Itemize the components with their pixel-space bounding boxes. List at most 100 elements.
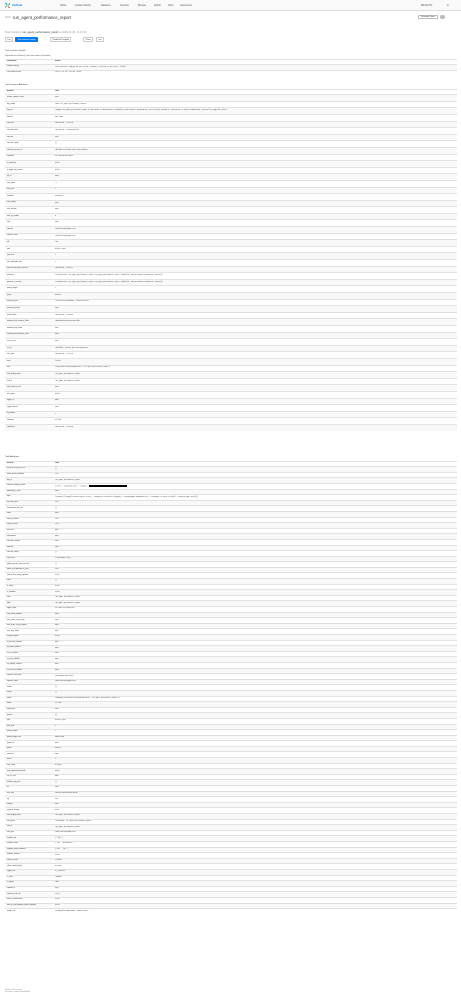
attribute-value: <Task(SnowflakeSqlApiOperator): run_agen…: [53, 364, 457, 372]
table-row: next_method None: [5, 206, 457, 214]
attribute-name: external_executor_id: [5, 146, 53, 155]
table-row: metadata MetaData(): [5, 193, 457, 201]
attribute-name: max_tries: [5, 186, 53, 194]
table-row: run_as_user None: [5, 338, 457, 346]
attribute-value: <DagRun run_agent_performance_report @ 2…: [53, 107, 457, 115]
table-row: unixname airflow: [5, 417, 457, 425]
clock-utc[interactable]: 08:11 UTC: [421, 4, 432, 7]
table-row: rendered_map_index None: [5, 324, 457, 333]
table-row: try_number 2: [5, 410, 457, 418]
attribute-name: operator_name: [5, 232, 53, 240]
attribute-name: previous_start_date_success: [5, 265, 53, 273]
dependencies-table: Dependency Reason Dagrun Running Task inst…: [5, 58, 457, 76]
nav-admin[interactable]: Admin: [154, 4, 161, 7]
table-row: execution_date 2025-01-08, 11:00:00+00:00: [5, 127, 457, 135]
table-row: rendered_task_instance_fields <RenderedTa…: [5, 318, 457, 326]
airflow-logo-icon[interactable]: [4, 2, 11, 9]
attribute-name: job_id: [5, 173, 53, 181]
table-row: task_display_name run_agent_performance_r…: [5, 371, 457, 379]
task-attributes-table: Attribute Value HIDE_ATTRS_FROM_UI{} allow…: [5, 460, 457, 915]
attribute-value: None: [53, 199, 457, 207]
attribute-value: 2025-01-08, 11:06:17: [53, 265, 457, 273]
attribute-name: run_id: [5, 344, 53, 352]
table-row: duration 585.12383: [5, 113, 457, 122]
table-row: task <Task(SnowflakeSqlApiOperator): run_…: [5, 364, 457, 372]
attribute-name: is_premature: [5, 160, 53, 168]
table-row: test_mode False: [5, 390, 457, 398]
attribute-name: previous_ti: [5, 272, 53, 280]
tab-list[interactable]: List: [96, 37, 104, 42]
table-row: updated_at 2025-01-08, 11:21:00: [5, 423, 457, 431]
attribute-value: MetaData(): [53, 193, 457, 201]
attribute-value: run_agent_performance_report: [53, 377, 457, 385]
attribute-name: duration: [5, 113, 53, 122]
schedule-badge[interactable]: Schedule: None: [418, 15, 438, 19]
attribute-name: next_method: [5, 206, 53, 214]
attribute-value: <WeightRule.DOWNSTREAM: 'downstream'>: [53, 908, 457, 915]
nav-dags[interactable]: DAGs: [60, 4, 66, 7]
tab-log[interactable]: Log: [5, 37, 14, 42]
attribute-value: 2025-01-08, 11:11:15: [53, 351, 457, 359]
page-title[interactable]: run_agent_performance_report: [13, 15, 71, 20]
table-row: state failed: [5, 357, 457, 366]
nav-astronomer[interactable]: Astronomer: [180, 4, 192, 7]
table-row: start_date 2025-01-08, 11:11:15: [5, 351, 457, 359]
table-row: next_kwargs None: [5, 199, 457, 207]
attribute-value: <TaskInstance: run_agent_performance_rep…: [53, 272, 457, 280]
attribute-name: queued_by_job: [5, 298, 53, 306]
attribute-name: task_instance_note: [5, 384, 53, 392]
table-row: dag_run <DagRun run_agent_performance_rep…: [5, 107, 457, 115]
attribute-name: task_display_name: [5, 371, 53, 379]
attribute-value: None: [53, 384, 457, 392]
dag-pause-toggle[interactable]: [440, 15, 445, 19]
table-row: external_executor_id cd9f25b4-419f-45b2-9…: [5, 146, 457, 155]
attribute-value: None: [53, 397, 457, 405]
table-row: task_instance_note None: [5, 384, 457, 392]
attribute-value: 3: [53, 212, 457, 220]
tab-xcom[interactable]: XCom: [83, 37, 94, 42]
nav-docs[interactable]: Docs: [168, 4, 173, 7]
tab-task-instance-details[interactable]: Task Instance Details: [15, 37, 38, 42]
attribute-name: dag_run: [5, 107, 53, 115]
task-instance-breadcrumb: Task Instance: run_agent_performance_rep…: [5, 31, 86, 34]
attribute-value: 1: [53, 285, 457, 293]
attribute-name: trigger_id: [5, 397, 53, 405]
task-instance-label: Task Instance:: [5, 31, 22, 34]
user-menu-icon[interactable]: ●: [447, 3, 449, 8]
nav-cluster-activity[interactable]: Cluster Activity: [75, 4, 91, 7]
nav-security[interactable]: Security: [120, 4, 129, 7]
table-row: rendered_task_instance_fields None: [5, 331, 457, 339]
table-row: custom_operator_name None: [5, 94, 457, 102]
table-row: queued_dttm 2025-01-08, 11:15:00: [5, 311, 457, 319]
attribute-value: 2025-01-08, 11:00:00+00:00: [53, 127, 457, 135]
git-version-text: Git Version: .release:a1b2c3d4e5f6: [5, 992, 30, 994]
attribute-value: 798: [53, 239, 457, 247]
nav-datasets[interactable]: Datasets: [101, 4, 110, 7]
table-row: queued_by_job <LocalTaskJob(id=5303, stat…: [5, 298, 457, 306]
dep-section-subtitle: Dependencies Blocking Task From Getting …: [5, 55, 51, 57]
table-row: queue default: [5, 292, 457, 300]
brand-name[interactable]: Airflow: [12, 3, 22, 8]
tab-rendered-template[interactable]: Rendered Template: [50, 37, 72, 42]
attribute-value: default: [53, 292, 457, 300]
table-row: is_premature False: [5, 160, 457, 168]
attribute-name: is_trigger_log_context: [5, 166, 53, 174]
attribute-name: rendered_task_instance_fields: [5, 318, 53, 326]
dep-section-title: Task Instance Details: [5, 50, 26, 52]
attribute-name: weight_rule: [5, 908, 53, 915]
table-row: task_id run_agent_performance_report: [5, 377, 457, 385]
attribute-name: queued_by_job_id: [5, 305, 53, 313]
task-instance-time: at 2025-01-08, 11:15:00: [58, 31, 87, 34]
table-row: operator SnowflakeSqlApiOperator: [5, 226, 457, 234]
nav-browse[interactable]: Browse: [138, 4, 146, 7]
table-row: queued_by_job_id 5019: [5, 305, 457, 313]
attribute-name: pool_slots: [5, 252, 53, 260]
attribute-name: metadata: [5, 193, 53, 201]
attribute-value: 5303: [53, 173, 457, 181]
table-row: pool_slots 1: [5, 252, 457, 260]
attribute-value: -1: [53, 179, 457, 187]
attribute-value: False: [53, 166, 457, 174]
table-row: executor_config{}: [5, 140, 457, 148]
table-row: is_trigger_log_context False: [5, 166, 457, 174]
table-row: trigger_id None: [5, 397, 457, 405]
